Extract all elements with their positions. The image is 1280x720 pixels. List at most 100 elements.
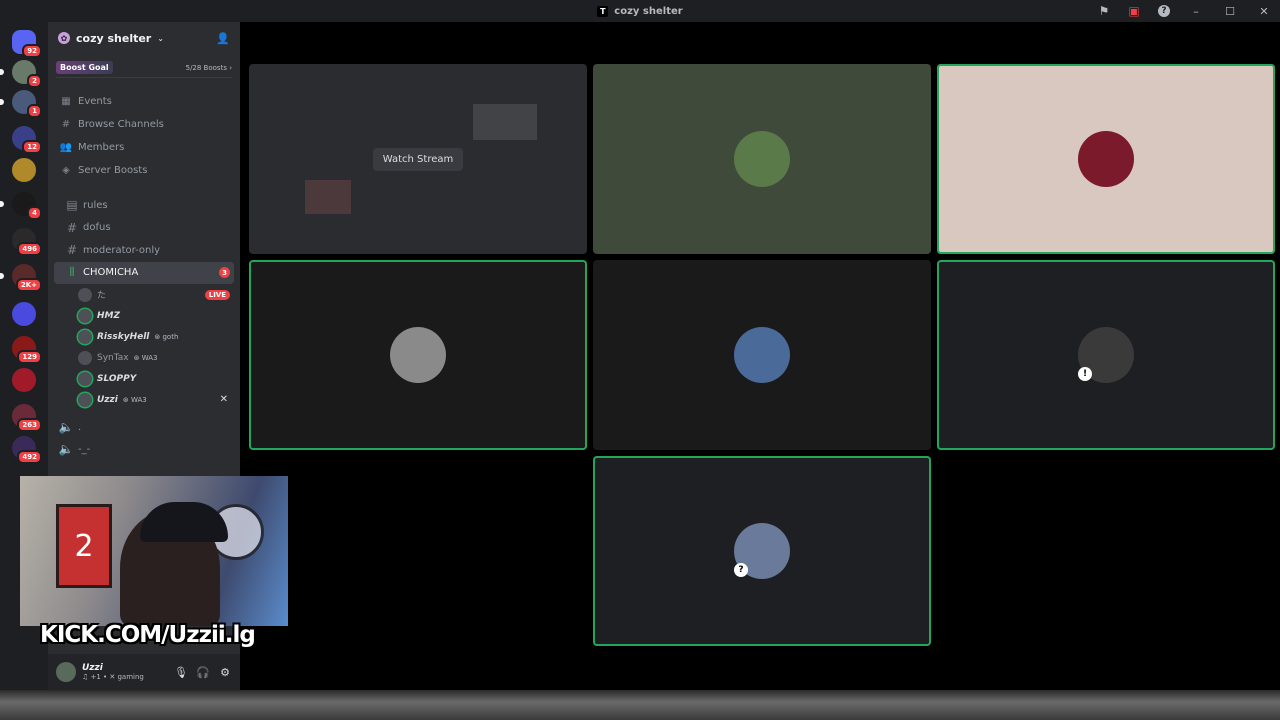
- minimize-icon[interactable]: –: [1186, 3, 1206, 19]
- voice-user-name: Uzzi: [97, 394, 118, 405]
- guild-nav: ▦ Events # Browse Channels 👥 Members ◈ Server B…: [48, 90, 240, 182]
- server-logo-icon: T: [597, 5, 609, 17]
- server-icon-8[interactable]: [12, 302, 36, 326]
- server-icon-5[interactable]: 4: [12, 192, 42, 220]
- avatar: !: [1078, 327, 1134, 383]
- server-icon-1[interactable]: 2: [12, 60, 42, 88]
- server-icon-6[interactable]: 496: [12, 228, 42, 256]
- nav-members[interactable]: 👥 Members: [48, 136, 240, 159]
- unread-pill: [0, 69, 4, 75]
- voice-user-name: た: [97, 291, 107, 301]
- browse-icon: #: [61, 119, 71, 130]
- video-tile[interactable]: [593, 64, 931, 254]
- invite-icon[interactable]: 👤: [216, 31, 230, 45]
- avatar: [1078, 131, 1134, 187]
- discord-app: T cozy shelter ⚑ ▣ ? – ☐ ✕ 92 2 1 12 4 496 2K+…: [0, 0, 1280, 720]
- channel-chomicha[interactable]: ⦀ CHOMICHA 3: [54, 261, 234, 284]
- voice-user[interactable]: HMZ: [48, 305, 240, 326]
- server-icon-12[interactable]: 492: [12, 436, 42, 464]
- video-tile[interactable]: [593, 260, 931, 450]
- voice-channel[interactable]: 🔈.: [48, 416, 240, 438]
- voice-user[interactable]: RisskyHell ⊛ goth: [48, 326, 240, 347]
- channel-dofus[interactable]: # dofus: [54, 217, 234, 240]
- video-tile[interactable]: [249, 260, 587, 450]
- members-icon: 👥: [59, 142, 73, 153]
- avatar[interactable]: [56, 662, 76, 682]
- voice-user-name: SynTax: [97, 352, 129, 363]
- inbox-icon[interactable]: ▣: [1126, 3, 1142, 19]
- user-info[interactable]: Uzzi ♫ +1 • ✕ gaming: [82, 663, 144, 681]
- server-icon-0[interactable]: 92: [12, 30, 42, 58]
- server-icon-10[interactable]: [12, 368, 36, 392]
- window-title-text: cozy shelter: [614, 5, 683, 17]
- server-icon-3[interactable]: 12: [12, 126, 42, 154]
- unread-pill: [0, 273, 4, 279]
- stream-preview: [299, 94, 537, 224]
- voice-user[interactable]: Uzzi ⊛ WA3 ✕: [48, 389, 240, 410]
- video-tile[interactable]: !: [937, 260, 1275, 450]
- avatar: [78, 371, 92, 386]
- mention-badge: 3: [219, 267, 230, 279]
- avatar: [78, 287, 92, 302]
- server-icon-2[interactable]: 1: [12, 90, 42, 118]
- server-badge: 496: [17, 242, 42, 256]
- nav-events[interactable]: ▦ Events: [48, 90, 240, 113]
- help-icon[interactable]: ?: [1156, 3, 1172, 19]
- server-icon-4[interactable]: [12, 158, 36, 182]
- nav-server-boosts[interactable]: ◈ Server Boosts: [48, 159, 240, 182]
- server-badge: 129: [17, 350, 42, 364]
- video-tile[interactable]: [937, 64, 1275, 254]
- voice-user[interactable]: た LIVE: [48, 284, 240, 305]
- user-name: Uzzi: [82, 663, 103, 673]
- guild-header[interactable]: ✿ cozy shelter ⌄ 👤: [48, 22, 240, 54]
- avatar: [734, 131, 790, 187]
- stream-tile[interactable]: Watch Stream: [249, 64, 587, 254]
- avatar: ?: [734, 523, 790, 579]
- voice-user-name: HMZ: [97, 310, 121, 321]
- status-badge: !: [1078, 367, 1092, 381]
- voice-user-name: SLOPPY: [97, 373, 137, 384]
- jersey: 2: [56, 504, 112, 588]
- nav-label: Server Boosts: [78, 165, 148, 176]
- boost-goal[interactable]: Boost Goal 5/28 Boosts ›: [56, 61, 232, 78]
- headphones-icon[interactable]: 🎧: [196, 665, 210, 679]
- microphone-icon[interactable]: 🎙: [174, 665, 188, 679]
- server-icon-9[interactable]: 129: [12, 336, 42, 364]
- channel-moderator-only[interactable]: # moderator-only: [54, 239, 234, 262]
- video-tile[interactable]: ?: [593, 456, 931, 646]
- speaker-icon: 🔈: [58, 442, 74, 456]
- maximize-icon[interactable]: ☐: [1220, 3, 1240, 19]
- hashtag-icon: #: [66, 243, 78, 258]
- boost-count: 5/28 Boosts ›: [185, 63, 232, 72]
- channel-list: ▤ rules # dofus # moderator-only ⦀ CHOMICHA 3: [48, 194, 240, 284]
- flag-icon[interactable]: ⚑: [1096, 3, 1112, 19]
- voice-user[interactable]: SynTax ⊛ WA3: [48, 347, 240, 368]
- voice-channel-label: -_-: [78, 443, 91, 455]
- nav-browse-channels[interactable]: # Browse Channels: [48, 113, 240, 136]
- voice-user-tag: ⊛ WA3: [122, 395, 147, 404]
- guild-name: cozy shelter: [76, 31, 152, 45]
- unread-pill: [0, 99, 4, 105]
- voice-user-tag: ⊛ WA3: [133, 353, 158, 362]
- avatar: [78, 329, 92, 344]
- user-controls: 🎙 🎧 ⚙: [174, 665, 232, 679]
- voice-user[interactable]: SLOPPY: [48, 368, 240, 389]
- channel-label: dofus: [83, 222, 111, 234]
- channel-label: rules: [83, 199, 108, 211]
- channel-rules[interactable]: ▤ rules: [54, 194, 234, 217]
- user-status: ♫ +1 • ✕ gaming: [82, 673, 144, 681]
- server-icon-7[interactable]: 2K+: [12, 264, 42, 292]
- close-icon[interactable]: ✕: [1254, 3, 1274, 19]
- voice-channel[interactable]: 🔈 -_-: [48, 438, 240, 460]
- nav-label: Browse Channels: [78, 119, 164, 130]
- server-icon-11[interactable]: 263: [12, 404, 42, 432]
- gear-icon[interactable]: ⚙: [218, 665, 232, 679]
- cap: [140, 502, 228, 542]
- nav-label: Members: [78, 142, 125, 153]
- webcam-overlay: 2: [20, 476, 288, 626]
- speaker-icon: 🔈: [58, 420, 74, 434]
- server-badge: 2K+: [15, 278, 42, 292]
- jersey-number: 2: [74, 528, 94, 564]
- activity-icon: ✕: [219, 394, 228, 405]
- channel-label: CHOMICHA: [83, 267, 139, 279]
